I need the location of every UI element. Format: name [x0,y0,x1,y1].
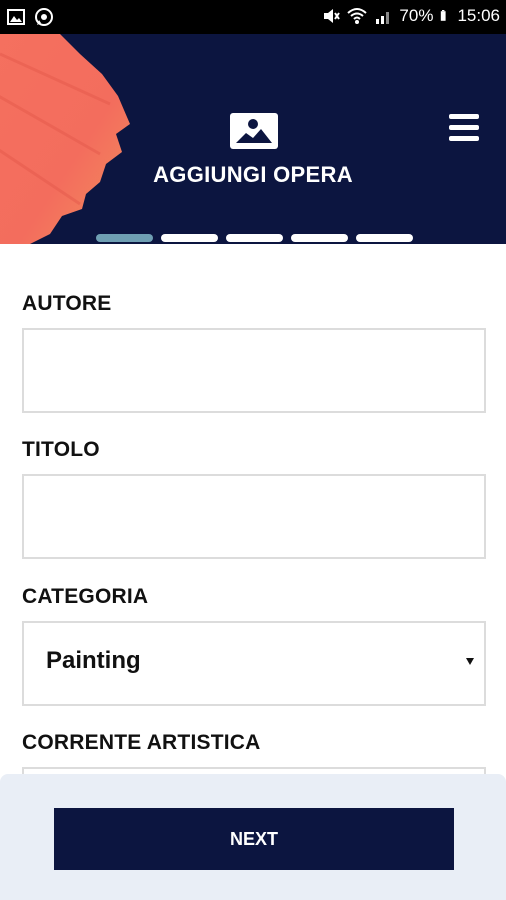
battery-percent: 70% [399,6,434,25]
status-left [6,7,54,27]
dropdown-caret-icon [466,658,474,665]
next-button[interactable]: NEXT [54,808,454,870]
autore-label: AUTORE [22,292,112,315]
corrente-label: CORRENTE ARTISTICA [22,731,261,754]
step-4 [291,234,348,242]
whatsapp-icon [35,8,53,26]
mute-icon [324,9,341,23]
categoria-label: CATEGORIA [22,585,149,608]
signal-icon [376,12,390,24]
bottom-action-bar: NEXT [0,774,506,900]
autore-input[interactable] [22,328,486,413]
step-3 [226,234,283,242]
page-title: AGGIUNGI OPERA [153,162,353,187]
step-1 [96,234,153,242]
categoria-select[interactable]: Painting [22,621,486,706]
categoria-selected-value: Painting [46,647,141,674]
clock: 15:06 [457,6,500,25]
step-2 [161,234,218,242]
header: AGGIUNGI OPERA [0,34,506,244]
titolo-label: TITOLO [22,438,100,461]
step-5 [356,234,413,242]
hamburger-menu-icon[interactable] [449,114,479,144]
battery-icon [441,10,447,21]
step-indicator [96,234,413,242]
titolo-input[interactable] [22,474,486,559]
image-icon [7,9,25,25]
wifi-icon [347,8,368,24]
status-bar: 70% 15:06 [0,0,506,34]
paint-stroke-decoration [0,34,130,244]
status-right: 70% 15:06 [321,6,500,26]
image-icon [230,113,278,149]
